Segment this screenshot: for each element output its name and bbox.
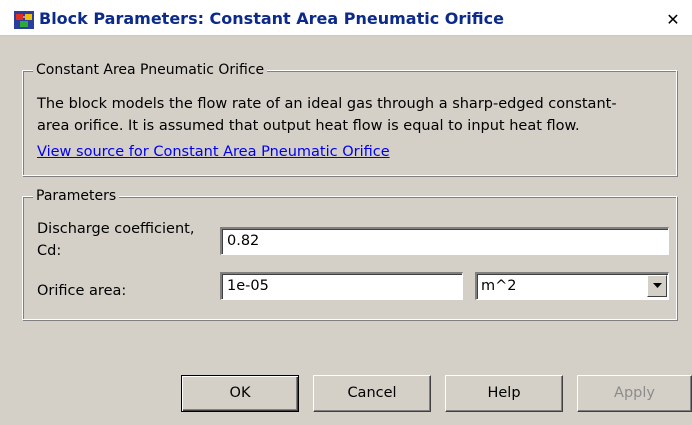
- title-bar[interactable]: Block Parameters: Constant Area Pneumati…: [0, 0, 692, 36]
- discharge-coefficient-input[interactable]: 0.82: [220, 227, 669, 255]
- ok-button[interactable]: OK: [181, 375, 299, 412]
- orifice-area-unit-value: m^2: [481, 278, 517, 294]
- close-icon[interactable]: ✕: [662, 10, 684, 30]
- orifice-area-input[interactable]: 1e-05: [220, 272, 463, 300]
- discharge-coefficient-label-cd: Cd:: [37, 243, 62, 259]
- block-parameters-dialog: Block Parameters: Constant Area Pneumati…: [0, 0, 692, 425]
- block-description: The block models the flow rate of an ide…: [37, 93, 677, 137]
- orifice-area-label: Orifice area:: [37, 283, 127, 299]
- window-title: Block Parameters: Constant Area Pneumati…: [39, 9, 504, 28]
- apply-button: Apply: [577, 375, 692, 412]
- description-line: The block models the flow rate of an ide…: [37, 96, 617, 112]
- cancel-button[interactable]: Cancel: [313, 375, 431, 412]
- help-button[interactable]: Help: [445, 375, 563, 412]
- description-group-legend: Constant Area Pneumatic Orifice: [33, 62, 268, 78]
- orifice-area-unit-select[interactable]: m^2: [475, 272, 669, 300]
- dropdown-button[interactable]: [647, 275, 667, 297]
- discharge-coefficient-label: Discharge coefficient,: [37, 221, 195, 237]
- parameters-group-legend: Parameters: [33, 188, 120, 204]
- chevron-down-icon: [653, 283, 662, 288]
- view-source-link[interactable]: View source for Constant Area Pneumatic …: [37, 144, 390, 160]
- simulink-block-icon: [14, 11, 34, 29]
- description-line: area orifice. It is assumed that output …: [37, 118, 580, 134]
